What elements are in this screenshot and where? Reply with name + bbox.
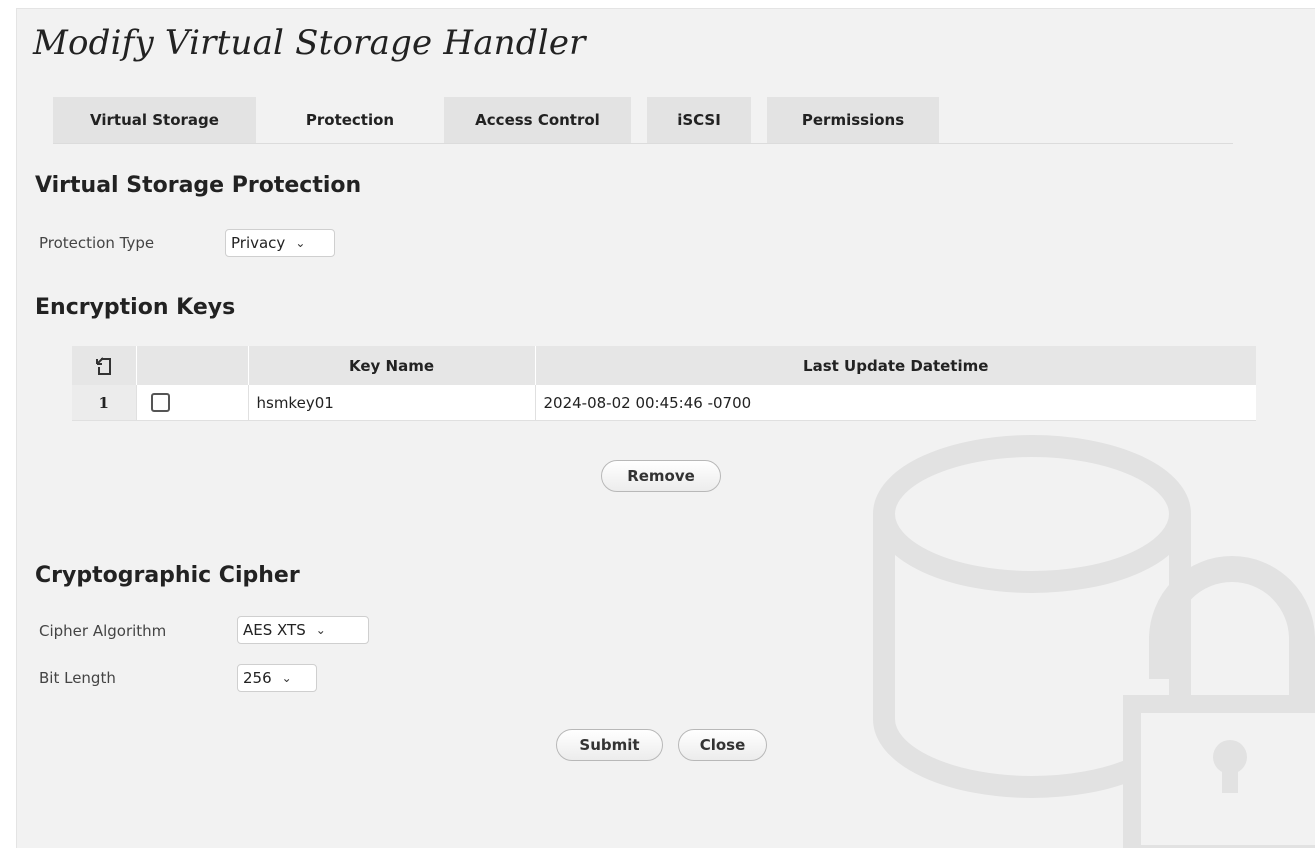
tab-virtual-storage[interactable]: Virtual Storage: [53, 97, 256, 143]
protection-section-title: Virtual Storage Protection: [35, 173, 362, 198]
bit-length-label: Bit Length: [39, 669, 116, 687]
column-header-last-update[interactable]: Last Update Datetime: [534, 346, 1256, 385]
cipher-algorithm-value: AES XTS: [243, 621, 306, 639]
modify-storage-dialog: Modify Virtual Storage Handler Virtual S…: [16, 8, 1315, 848]
protection-type-select[interactable]: Privacy ⌄: [225, 229, 335, 257]
storage-lock-icon: [873, 435, 1315, 848]
tab-bar: Virtual Storage Protection Access Contro…: [53, 97, 1233, 144]
export-icon[interactable]: [94, 355, 114, 377]
column-header-key-name[interactable]: Key Name: [247, 346, 535, 385]
table-header-row: Key Name Last Update Datetime: [72, 346, 1256, 385]
tab-access-control[interactable]: Access Control: [444, 97, 631, 143]
bit-length-value: 256: [243, 669, 272, 687]
tab-protection[interactable]: Protection: [272, 97, 428, 143]
chevron-down-icon: ⌄: [295, 236, 306, 250]
protection-type-value: Privacy: [231, 234, 286, 252]
select-column-header: [135, 346, 248, 385]
encryption-keys-table: Key Name Last Update Datetime 1 hsmkey01…: [72, 346, 1256, 421]
dialog-title: Modify Virtual Storage Handler: [33, 23, 586, 63]
cipher-algorithm-select[interactable]: AES XTS ⌄: [237, 616, 369, 644]
submit-button[interactable]: Submit: [556, 729, 663, 761]
row-select-cell: [135, 385, 248, 421]
last-update-cell: 2024-08-02 00:45:46 -0700: [534, 385, 1256, 421]
row-number: 1: [72, 385, 136, 421]
bit-length-select[interactable]: 256 ⌄: [237, 664, 317, 692]
table-row[interactable]: 1 hsmkey01 2024-08-02 00:45:46 -0700: [72, 385, 1256, 421]
cipher-algorithm-label: Cipher Algorithm: [39, 622, 167, 640]
cipher-section-title: Cryptographic Cipher: [35, 563, 300, 588]
chevron-down-icon: ⌄: [315, 623, 326, 637]
protection-type-label: Protection Type: [39, 234, 155, 252]
remove-button[interactable]: Remove: [601, 460, 721, 492]
tab-permissions[interactable]: Permissions: [767, 97, 939, 143]
close-button[interactable]: Close: [678, 729, 767, 761]
export-icon-cell: [72, 346, 136, 385]
key-name-cell: hsmkey01: [247, 385, 535, 421]
row-checkbox[interactable]: [150, 393, 170, 412]
encryption-keys-title: Encryption Keys: [35, 295, 236, 320]
tab-iscsi[interactable]: iSCSI: [647, 97, 751, 143]
chevron-down-icon: ⌄: [281, 671, 292, 685]
